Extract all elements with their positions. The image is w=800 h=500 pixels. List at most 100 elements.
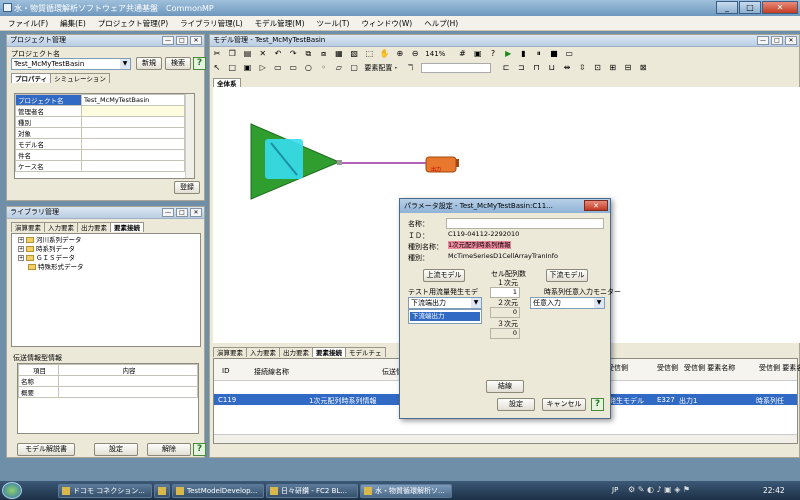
tree-item[interactable]: + 河川系列データ xyxy=(18,236,200,245)
menu-tools[interactable]: ツール(T) xyxy=(317,18,350,29)
layer-down-icon[interactable]: ▧ xyxy=(349,49,359,59)
order-icon[interactable]: ⊠ xyxy=(638,63,648,73)
ungroup-icon[interactable]: ⧈ xyxy=(319,49,329,59)
task-testmodel[interactable]: TestModelDevelop... xyxy=(172,484,264,498)
clock[interactable]: 22:42 xyxy=(763,486,785,495)
stop-icon[interactable]: ■ xyxy=(549,49,559,59)
upstream-model-button[interactable]: 上流モデル xyxy=(423,269,465,282)
redo-icon[interactable]: ↷ xyxy=(288,49,298,59)
property-value[interactable] xyxy=(81,138,185,150)
panel-minimize-icon[interactable]: — xyxy=(162,36,174,45)
hand-icon[interactable]: ✋ xyxy=(380,49,390,59)
align-left-icon[interactable]: ⊏ xyxy=(501,63,511,73)
minimize-button[interactable]: _ xyxy=(716,1,738,14)
zoom-out-icon[interactable]: ⊖ xyxy=(410,49,420,59)
panel-restore-icon[interactable]: □ xyxy=(771,36,783,45)
expand-icon[interactable]: + xyxy=(18,237,24,243)
tree-item[interactable]: + 時系列データ xyxy=(18,245,200,254)
property-value[interactable] xyxy=(81,105,185,117)
layout-field[interactable] xyxy=(420,63,491,73)
task-commonmp[interactable]: 水・物質循環解析ソ... xyxy=(360,484,452,498)
register-button[interactable]: 登録 xyxy=(174,181,200,194)
triangle-icon[interactable]: ▷ xyxy=(258,63,268,73)
circle-icon[interactable]: ○ xyxy=(303,63,313,73)
rect-wide-icon[interactable]: ▭ xyxy=(288,63,298,73)
panel-close-icon[interactable]: ✕ xyxy=(190,36,202,45)
same-height-icon[interactable]: ⊞ xyxy=(608,63,618,73)
small-circle-icon[interactable]: ◦ xyxy=(319,63,329,73)
property-row[interactable]: 管理者名 xyxy=(15,105,185,117)
language-indicator[interactable]: JP xyxy=(612,486,618,494)
property-value[interactable] xyxy=(81,149,185,161)
tab-element-connection[interactable]: 要素接続 xyxy=(110,222,144,232)
connection-handle[interactable] xyxy=(337,160,342,165)
grid-col-receiver-name-2[interactable]: 受信側 要素名称 xyxy=(759,363,800,373)
distribute-v-icon[interactable]: ⇳ xyxy=(577,63,587,73)
model-doc-button[interactable]: モデル解説書 xyxy=(17,443,75,456)
tab-calc-elements[interactable]: 演算要素 xyxy=(11,222,45,232)
select-icon[interactable]: ⬚ xyxy=(364,49,374,59)
property-row[interactable]: ケース名 xyxy=(15,160,185,172)
grid-col-id[interactable]: ID xyxy=(222,367,229,375)
delete-icon[interactable]: ✕ xyxy=(258,49,268,59)
properties-scrollbar[interactable] xyxy=(185,94,194,178)
run-icon[interactable]: ▶ xyxy=(503,49,513,59)
align-center-icon[interactable]: ⊐ xyxy=(516,63,526,73)
task-blank[interactable] xyxy=(154,484,170,498)
help-icon[interactable]: ? xyxy=(591,398,604,411)
panel-minimize-icon[interactable]: — xyxy=(757,36,769,45)
close-button[interactable]: ✕ xyxy=(762,1,798,14)
pause-icon[interactable]: ⏸ xyxy=(534,49,544,59)
undo-icon[interactable]: ↶ xyxy=(273,49,283,59)
tray-icons[interactable]: ⚙ ✎ ◐ ♪ ▣ ◈ ⚑ xyxy=(628,485,690,494)
flow-dropdown-option[interactable]: 下流端出力 xyxy=(410,312,480,321)
tree-item[interactable]: + ＧＩＳデータ xyxy=(18,254,200,263)
tab-simulation[interactable]: シミュレーション xyxy=(50,73,110,83)
tab-input-elements-bottom[interactable]: 入力要素 xyxy=(246,347,280,357)
pointer-icon[interactable]: ↖ xyxy=(212,63,222,73)
tab-output-elements-bottom[interactable]: 出力要素 xyxy=(279,347,313,357)
group-icon[interactable]: ⧉ xyxy=(303,49,313,59)
square-filled-icon[interactable]: ▣ xyxy=(242,63,252,73)
same-size-icon[interactable]: ⊟ xyxy=(623,63,633,73)
paste-icon[interactable]: ▤ xyxy=(242,49,252,59)
panel-close-icon[interactable]: ✕ xyxy=(785,36,797,45)
help-small-icon[interactable]: ? xyxy=(488,49,498,59)
dialog-close-icon[interactable]: ✕ xyxy=(584,200,608,211)
copy-icon[interactable]: ❐ xyxy=(227,49,237,59)
menu-edit[interactable]: 編集(E) xyxy=(60,18,86,29)
tab-calc-elements-bottom[interactable]: 演算要素 xyxy=(213,347,247,357)
grid-col-receiver-2[interactable]: 受信側 xyxy=(657,363,678,373)
dim2-value[interactable]: 0 xyxy=(490,307,520,318)
menu-help[interactable]: ヘルプ(H) xyxy=(424,18,458,29)
menu-project[interactable]: プロジェクト管理(P) xyxy=(98,18,168,29)
property-row[interactable]: プロジェクト名 Test_McMyTestBasin xyxy=(15,94,185,106)
square-outline-icon[interactable]: □ xyxy=(227,63,237,73)
dim3-value[interactable]: 0 xyxy=(490,328,520,339)
rounded-rect-icon[interactable]: ▢ xyxy=(349,63,359,73)
property-row[interactable]: 件名 xyxy=(15,149,185,161)
panel-minimize-icon[interactable]: — xyxy=(162,208,174,217)
same-width-icon[interactable]: ⊡ xyxy=(592,63,602,73)
parallelogram-icon[interactable]: ▱ xyxy=(334,63,344,73)
remove-button[interactable]: 解除 xyxy=(147,443,191,456)
grid-col-name[interactable]: 接続線名称 xyxy=(254,367,289,377)
expand-icon[interactable]: + xyxy=(18,255,24,261)
expand-icon[interactable]: + xyxy=(18,246,24,252)
zoom-in-icon[interactable]: ⊕ xyxy=(395,49,405,59)
property-value[interactable]: Test_McMyTestBasin xyxy=(81,94,185,106)
panel-restore-icon[interactable]: □ xyxy=(176,36,188,45)
task-docomo[interactable]: ドコモ コネクション... xyxy=(58,484,152,498)
panel-restore-icon[interactable]: □ xyxy=(176,208,188,217)
settings-button[interactable]: 設定 xyxy=(94,443,138,456)
distribute-h-icon[interactable]: ⇹ xyxy=(562,63,572,73)
tab-properties[interactable]: プロパティ xyxy=(11,73,52,83)
cut-icon[interactable]: ✂ xyxy=(212,49,222,59)
project-name-select[interactable]: Test_McMyTestBasin ▼ xyxy=(11,58,131,70)
tab-element-connection-bottom[interactable]: 要素接続 xyxy=(312,347,346,357)
flow-select[interactable]: 下流端出力 ▼ xyxy=(408,297,482,309)
dialog-ok-button[interactable]: 設定 xyxy=(497,398,535,411)
dialog-cancel-button[interactable]: キャンセル xyxy=(542,398,586,411)
maximize-button[interactable]: □ xyxy=(739,1,761,14)
tree-item[interactable]: 特殊形式データ xyxy=(18,263,200,272)
